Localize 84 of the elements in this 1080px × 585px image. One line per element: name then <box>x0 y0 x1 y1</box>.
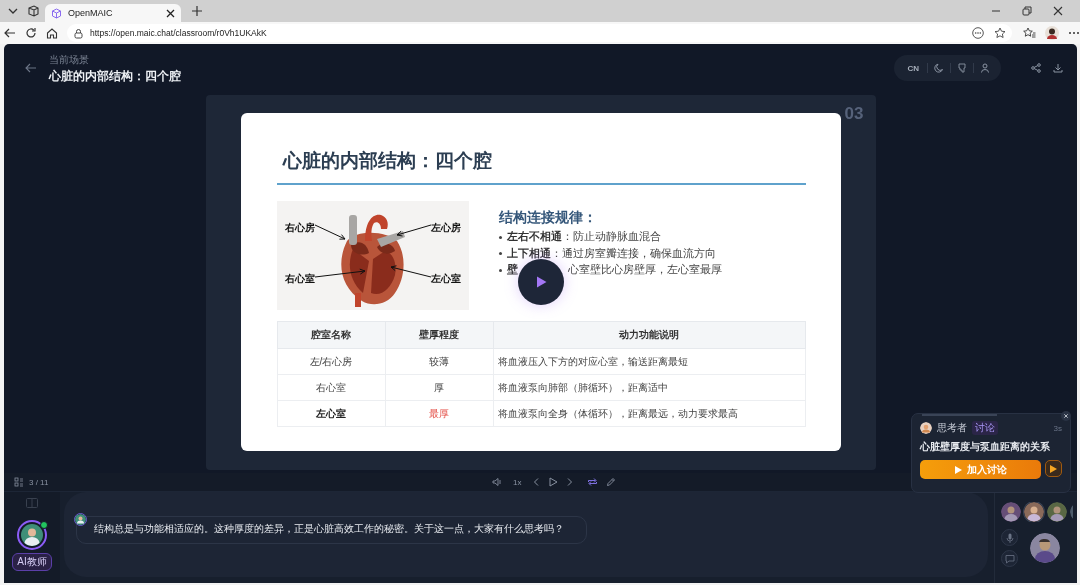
leader-line <box>390 265 431 278</box>
thinker-name: 思考者 <box>937 421 967 435</box>
page-counter: 3 / 11 <box>29 477 49 487</box>
table-cell: 厚 <box>385 374 493 401</box>
rule-lead: 左右不相通 <box>506 230 562 245</box>
teacher-label: AI教师 <box>12 553 52 571</box>
close-icon[interactable] <box>1061 411 1071 421</box>
rules-heading: 结构连接规律： <box>498 209 598 227</box>
favorites-icon[interactable] <box>1023 27 1036 39</box>
leader-line <box>396 224 431 237</box>
diagram-label: 左心房 <box>430 221 461 235</box>
diagram-label: 左心室 <box>430 272 461 286</box>
home-icon[interactable] <box>46 27 58 39</box>
participant-avatar-icon[interactable] <box>1024 502 1044 522</box>
thinker-avatar-icon <box>920 422 932 434</box>
diagram-label: 右心室 <box>284 272 315 286</box>
chat-icon <box>1004 553 1015 564</box>
table-cell: 最厚 <box>385 400 493 427</box>
play-icon <box>954 465 962 474</box>
column-header: 腔室名称 <box>277 321 385 349</box>
leader-line <box>314 224 345 240</box>
browser-tab[interactable]: OpenMAIC <box>45 4 181 22</box>
speech-text: 结构总是与功能相适应的。这种厚度的差异，正是心脏高效工作的秘密。关于这一点，大家有什么思考吗？ <box>94 521 564 536</box>
user-avatar-icon[interactable] <box>1030 533 1060 563</box>
volume-icon[interactable] <box>492 477 502 487</box>
table-cell: 左/右心房 <box>277 348 385 375</box>
close-icon[interactable] <box>1053 6 1063 16</box>
slide-title: 心脏的内部结构：四个腔 <box>282 149 493 173</box>
star-icon[interactable] <box>994 27 1006 39</box>
rule-text: 心室壁比心房壁厚，左心室最厚 <box>567 263 722 278</box>
diagram-label: 右心房 <box>284 221 315 235</box>
cube-icon <box>51 7 62 19</box>
leader-line <box>314 268 365 278</box>
table-cell: 右心室 <box>277 374 385 401</box>
table-cell: 将血液泵向肺部（肺循环），距离适中 <box>493 374 805 401</box>
bullet-icon <box>498 268 502 272</box>
play-button[interactable] <box>517 259 564 305</box>
workspaces-icon[interactable] <box>25 4 41 18</box>
participant-avatar-icon[interactable] <box>1047 502 1067 522</box>
discussion-tag: 讨论 <box>972 421 998 435</box>
chat-button[interactable] <box>1001 550 1018 567</box>
scene-title: 心脏的内部结构：四个腔 <box>49 68 181 84</box>
time-label: 3s <box>1053 423 1062 433</box>
language-button[interactable]: CN <box>905 63 921 73</box>
profile-avatar-icon[interactable] <box>1045 26 1059 40</box>
back-icon[interactable] <box>4 27 16 39</box>
outline-icon[interactable] <box>14 477 24 487</box>
lock-icon <box>73 27 84 39</box>
table-cell: 左心室 <box>277 400 385 427</box>
column-header: 动力功能说明 <box>493 321 805 349</box>
user-icon[interactable] <box>980 63 990 73</box>
slide-number: 03 <box>844 104 864 124</box>
play-icon <box>1050 464 1057 473</box>
microphone-icon <box>1005 532 1014 543</box>
play-icon[interactable] <box>548 477 559 487</box>
restore-icon[interactable] <box>1022 6 1032 16</box>
share-icon[interactable] <box>1031 63 1041 73</box>
reload-icon[interactable] <box>25 27 37 39</box>
speed-button[interactable]: 1x <box>510 477 525 487</box>
column-header: 壁厚程度 <box>385 321 493 349</box>
address-field[interactable]: https://open.maic.chat/classroom/r0Vh1UKAkK <box>67 24 1012 42</box>
participant-avatar-icon[interactable] <box>1001 502 1021 522</box>
table-cell: 将血液压入下方的对应心室，输送距离最短 <box>493 348 805 375</box>
discussion-topic: 心脏壁厚度与泵血距离的关系 <box>920 440 1051 454</box>
rule-text: ：通过房室瓣连接，确保血流方向 <box>550 246 716 261</box>
bullet-icon <box>498 235 502 239</box>
scene-caption: 当前场景 <box>49 52 90 67</box>
rule-text: ：防止动静脉血混合 <box>561 230 661 245</box>
microphone-button[interactable] <box>1001 529 1018 546</box>
download-icon[interactable] <box>1053 63 1063 73</box>
rule-lead: 壁 <box>506 263 518 278</box>
moon-icon[interactable] <box>934 63 944 73</box>
table-cell: 将血液泵向全身（体循环），距离最远，动力要求最高 <box>493 400 805 427</box>
bullet-icon <box>498 252 502 256</box>
table-cell: 较薄 <box>385 348 493 375</box>
tab-title: OpenMAIC <box>68 8 114 18</box>
play-button[interactable] <box>1045 460 1062 477</box>
loop-icon[interactable] <box>587 477 599 487</box>
speaker-avatar-icon <box>74 513 87 526</box>
pen-icon[interactable] <box>606 477 617 487</box>
rule-lead: 上下相通 <box>506 246 551 261</box>
more-icon[interactable] <box>972 27 984 39</box>
close-icon[interactable] <box>166 8 175 18</box>
new-tab-icon[interactable] <box>191 5 203 17</box>
